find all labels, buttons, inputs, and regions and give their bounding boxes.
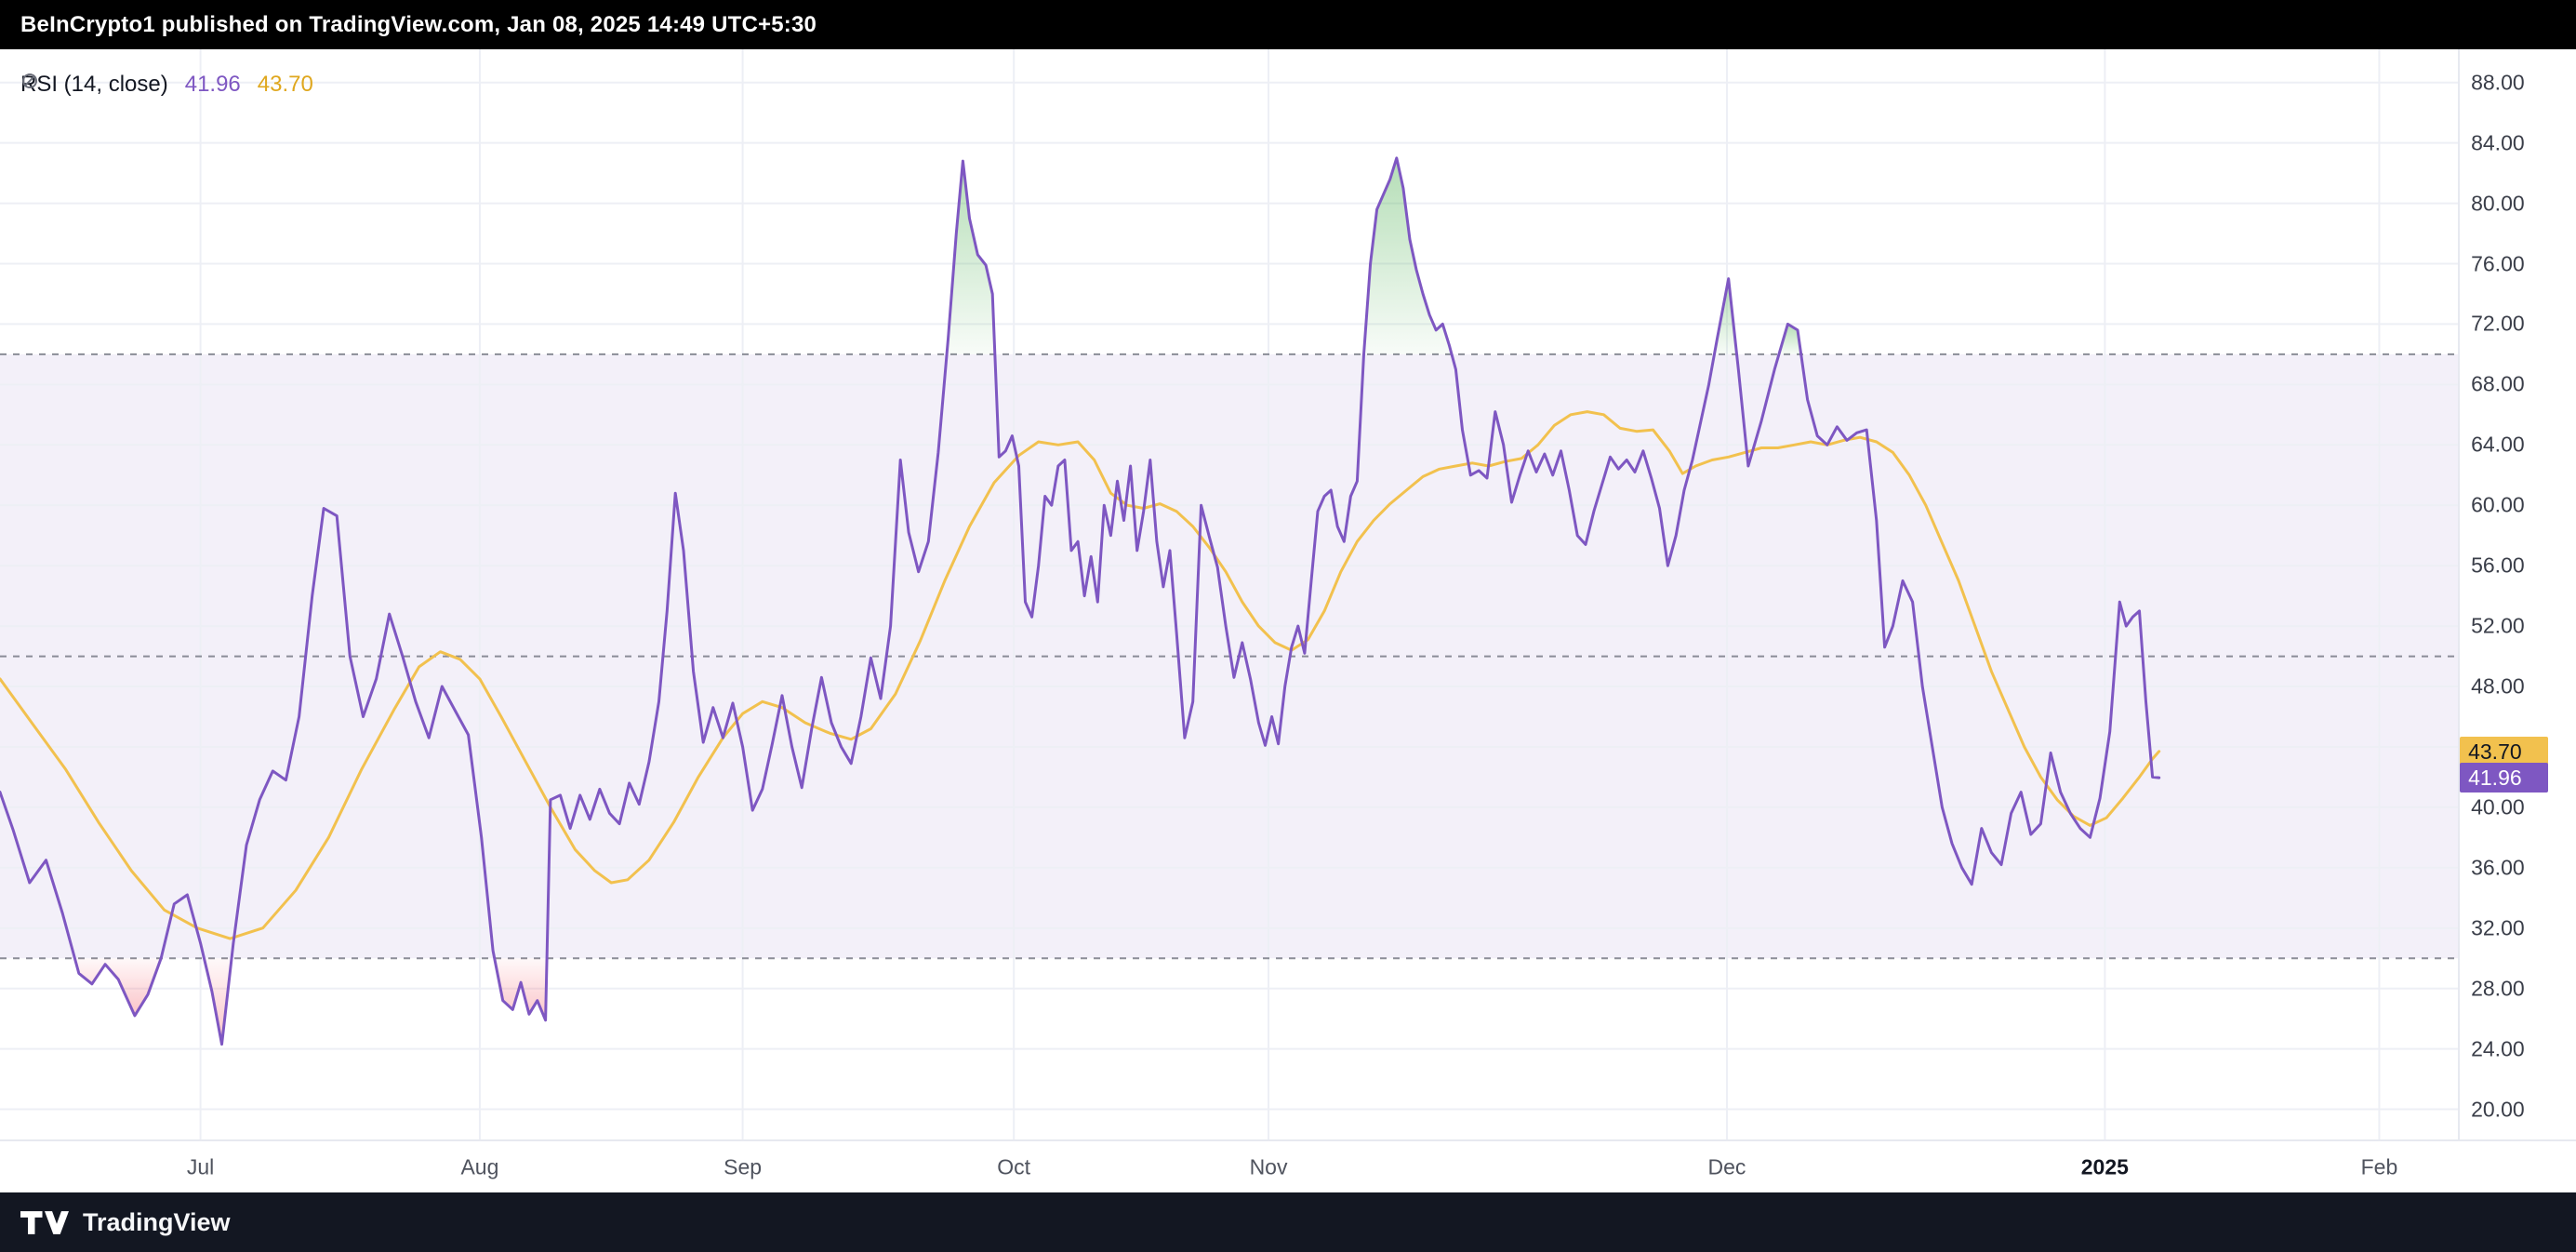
price-tick-label: 52.00 <box>2471 614 2525 639</box>
month-label: Jul <box>187 1154 214 1179</box>
price-tick-label: 56.00 <box>2471 553 2525 579</box>
month-label: Sep <box>724 1154 762 1179</box>
ma-last-value: 43.70 <box>258 72 313 98</box>
price-tick-label: 84.00 <box>2471 130 2525 155</box>
month-label: Dec <box>1708 1154 1746 1179</box>
empty-value-icon <box>20 72 39 90</box>
indicator-legend: RSI (14, close) 41.96 43.70 <box>20 72 330 98</box>
chart-region: RSI (14, close) 41.96 43.70 88.00 84.00 80… <box>0 49 2576 1139</box>
rsi-chart-canvas <box>0 49 2460 1139</box>
tradingview-brand-link[interactable]: TradingView <box>83 1208 231 1237</box>
price-tick-label: 36.00 <box>2471 855 2525 880</box>
tradingview-rsi-page: BeInCrypto1 published on TradingView.com… <box>0 0 2576 1252</box>
price-tick-label: 32.00 <box>2471 915 2525 940</box>
price-tick-label: 60.00 <box>2471 493 2525 518</box>
rsi-last-value: 41.96 <box>185 72 241 98</box>
price-tick-label: 24.00 <box>2471 1036 2525 1061</box>
rsi-plot-area[interactable]: RSI (14, close) 41.96 43.70 <box>0 49 2458 1139</box>
price-tick-label: 40.00 <box>2471 794 2525 819</box>
price-tick-label: 68.00 <box>2471 372 2525 397</box>
oversold-fill <box>74 958 161 1016</box>
price-tick-label: 72.00 <box>2471 312 2525 337</box>
indicator-title: RSI (14, close) <box>20 72 168 98</box>
month-label: Feb <box>2361 1154 2398 1179</box>
month-label: Aug <box>460 1154 498 1179</box>
publish-header-bar: BeInCrypto1 published on TradingView.com… <box>0 0 2576 49</box>
price-tick-label: 28.00 <box>2471 976 2525 1001</box>
month-label: Nov <box>1250 1154 1288 1179</box>
tradingview-logo-icon <box>20 1211 69 1234</box>
publish-header-text: BeInCrypto1 published on TradingView.com… <box>20 12 817 38</box>
price-tick-label: 80.00 <box>2471 191 2525 216</box>
year-label: 2025 <box>2081 1154 2129 1179</box>
ma-price-tag: 43.70 <box>2460 737 2548 766</box>
price-tick-label: 88.00 <box>2471 70 2525 95</box>
time-axis[interactable]: Jul Aug Sep Oct Nov Dec 2025 Feb <box>0 1139 2576 1192</box>
month-label: Oct <box>997 1154 1030 1179</box>
price-scale[interactable]: 88.00 84.00 80.00 76.00 72.00 68.00 64.00 60.00… <box>2458 49 2576 1139</box>
rsi-price-tag: 41.96 <box>2460 763 2548 792</box>
price-tick-label: 48.00 <box>2471 674 2525 699</box>
price-tick-label: 76.00 <box>2471 251 2525 276</box>
footer-bar: TradingView <box>0 1192 2576 1252</box>
price-tick-label: 64.00 <box>2471 433 2525 458</box>
price-tick-label: 20.00 <box>2471 1097 2525 1122</box>
